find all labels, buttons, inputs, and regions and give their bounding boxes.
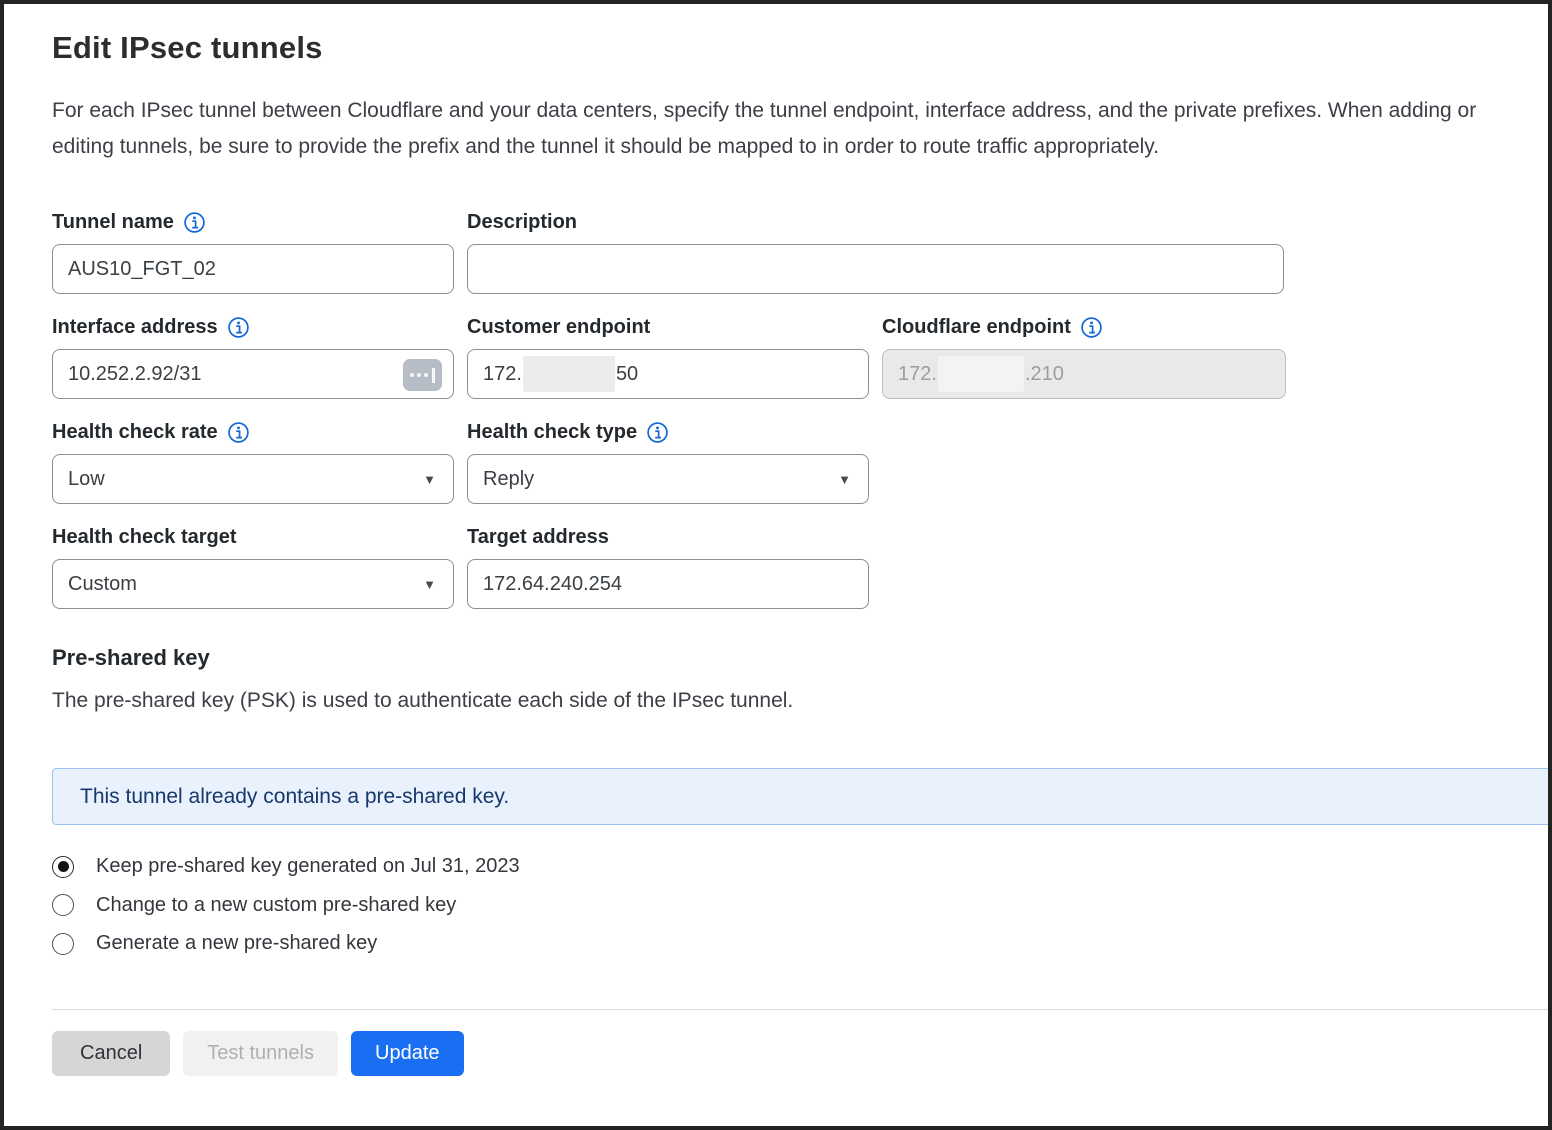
customer-endpoint-label: Customer endpoint [467,316,650,339]
caret-down-icon: ▼ [838,473,851,486]
info-icon[interactable] [184,212,205,233]
radio-button[interactable] [52,856,74,878]
health-check-target-value: Custom [68,573,137,596]
caret-down-icon: ▼ [423,473,436,486]
page-description: For each IPsec tunnel between Cloudflare… [52,93,1530,165]
health-check-rate-value: Low [68,468,105,491]
footer-divider [52,1009,1548,1010]
health-check-target-select[interactable]: Custom ▼ [52,559,454,609]
caret-down-icon: ▼ [423,578,436,591]
psk-banner-text: This tunnel already contains a pre-share… [80,785,509,809]
tunnel-form: Tunnel name Description Interface addre [52,209,1548,609]
cloudflare-endpoint-value-prefix: 172. [898,363,937,386]
pre-shared-key-description: The pre-shared key (PSK) is used to auth… [52,689,1548,713]
customer-endpoint-input[interactable]: 172. 50 [467,349,869,399]
autofill-extension-icon[interactable] [403,359,442,391]
redaction-blur [938,356,1024,392]
info-icon[interactable] [228,422,249,443]
customer-endpoint-value-suffix: 50 [616,363,638,386]
radio-button[interactable] [52,894,74,916]
footer-actions: Cancel Test tunnels Update [52,1031,1548,1076]
info-icon[interactable] [1081,317,1102,338]
cloudflare-endpoint-value-suffix: .210 [1025,363,1064,386]
health-check-type-label: Health check type [467,421,637,444]
test-tunnels-button: Test tunnels [183,1031,338,1076]
interface-address-value: 10.252.2.92/31 [68,363,201,386]
interface-address-input[interactable]: 10.252.2.92/31 [52,349,454,399]
tunnel-name-label: Tunnel name [52,211,174,234]
customer-endpoint-field-group: Customer endpoint 172. 50 [467,314,869,399]
redaction-blur [523,356,615,392]
psk-option-custom[interactable]: Change to a new custom pre-shared key [52,894,1548,917]
pre-shared-key-heading: Pre-shared key [52,645,1548,671]
info-icon[interactable] [647,422,668,443]
description-input[interactable] [467,244,1284,294]
interface-address-field-group: Interface address 10.252.2.92/31 [52,314,454,399]
health-check-type-field-group: Health check type Reply ▼ [467,419,869,504]
cloudflare-endpoint-input: 172. .210 [882,349,1286,399]
interface-address-label: Interface address [52,316,218,339]
edit-ipsec-tunnels-dialog: Edit IPsec tunnels For each IPsec tunnel… [0,0,1552,1130]
psk-option-keep[interactable]: Keep pre-shared key generated on Jul 31,… [52,855,1548,878]
update-button[interactable]: Update [351,1031,464,1076]
health-check-target-label: Health check target [52,526,237,549]
cancel-button[interactable]: Cancel [52,1031,170,1076]
psk-options-group: Keep pre-shared key generated on Jul 31,… [52,855,1548,955]
psk-option-label: Change to a new custom pre-shared key [96,894,456,917]
health-check-rate-select[interactable]: Low ▼ [52,454,454,504]
target-address-field-group: Target address [467,524,869,609]
target-address-label: Target address [467,526,609,549]
cloudflare-endpoint-field-group: Cloudflare endpoint 172. .210 [882,314,1286,399]
health-check-rate-field-group: Health check rate Low ▼ [52,419,454,504]
cloudflare-endpoint-label: Cloudflare endpoint [882,316,1071,339]
health-check-type-select[interactable]: Reply ▼ [467,454,869,504]
info-icon[interactable] [228,317,249,338]
psk-info-banner: This tunnel already contains a pre-share… [52,768,1548,825]
tunnel-name-input[interactable] [52,244,454,294]
tunnel-name-field-group: Tunnel name [52,209,454,294]
radio-button[interactable] [52,933,74,955]
page-title: Edit IPsec tunnels [52,30,1548,66]
health-check-rate-label: Health check rate [52,421,218,444]
description-field-group: Description [467,209,1284,294]
customer-endpoint-value-prefix: 172. [483,363,522,386]
health-check-type-value: Reply [483,468,534,491]
health-check-target-field-group: Health check target Custom ▼ [52,524,454,609]
psk-option-label: Generate a new pre-shared key [96,932,377,955]
description-label: Description [467,211,577,234]
psk-option-label: Keep pre-shared key generated on Jul 31,… [96,855,520,878]
psk-option-generate[interactable]: Generate a new pre-shared key [52,932,1548,955]
target-address-input[interactable] [467,559,869,609]
